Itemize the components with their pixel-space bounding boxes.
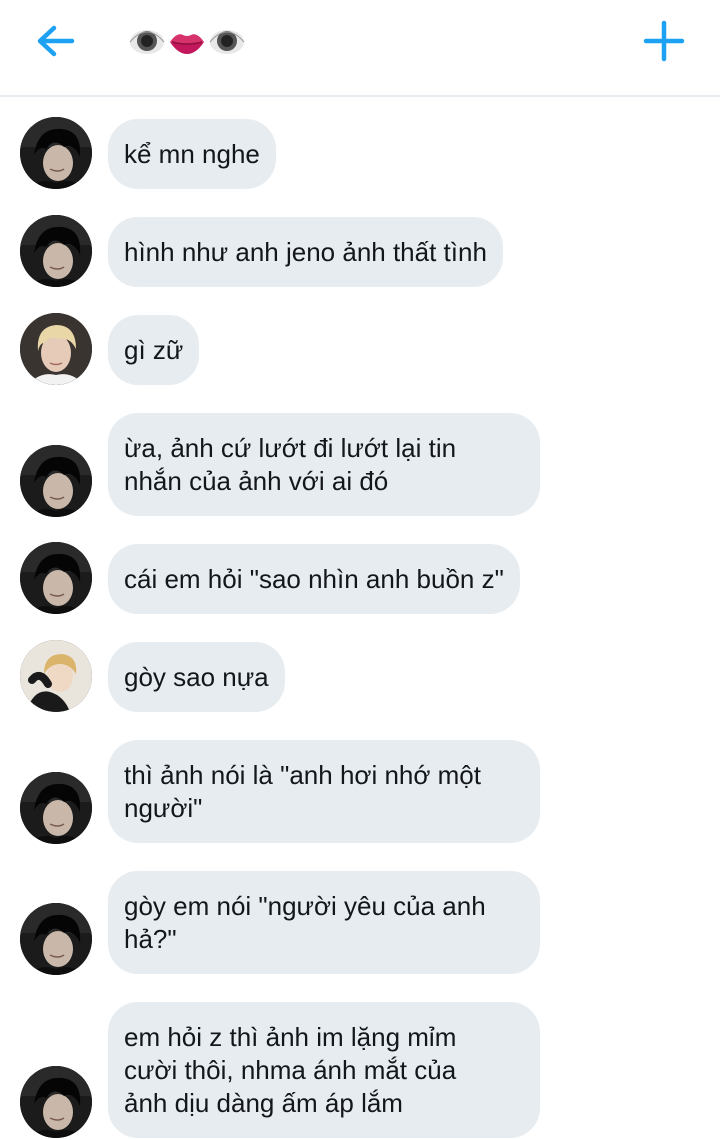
message-item: cái em hỏi "sao nhìn anh buồn z" <box>0 542 720 614</box>
message-item: gòy em nói "người yêu của anh hả?" <box>0 871 720 975</box>
arrow-left-icon <box>37 25 75 57</box>
message-bubble[interactable]: cái em hỏi "sao nhìn anh buồn z" <box>108 544 520 614</box>
eye-icon <box>128 24 166 60</box>
avatar[interactable] <box>20 903 92 975</box>
message-bubble[interactable]: thì ảnh nói là "anh hơi nhớ một người" <box>108 740 540 843</box>
message-item: em hỏi z thì ảnh im lặng mỉm cười thôi, … <box>0 1002 720 1138</box>
message-item: gòy sao nựa <box>0 640 720 712</box>
message-item: gì zữ <box>0 313 720 385</box>
message-bubble[interactable]: em hỏi z thì ảnh im lặng mỉm cười thôi, … <box>108 1002 540 1138</box>
message-item: thì ảnh nói là "anh hơi nhớ một người" <box>0 740 720 844</box>
lips-icon <box>168 24 206 60</box>
avatar[interactable] <box>20 1066 92 1138</box>
avatar[interactable] <box>20 445 92 517</box>
message-bubble[interactable]: hình như anh jeno ảnh thất tình <box>108 217 503 287</box>
top-bar <box>0 0 720 97</box>
avatar[interactable] <box>20 117 92 189</box>
avatar[interactable] <box>20 542 92 614</box>
message-item: kể mn nghe <box>0 117 720 189</box>
message-item: hình như anh jeno ảnh thất tình <box>0 215 720 287</box>
avatar[interactable] <box>20 313 92 385</box>
message-item: ừa, ảnh cứ lướt đi lướt lại tin nhắn của… <box>0 413 720 517</box>
avatar[interactable] <box>20 772 92 844</box>
conversation-title <box>128 24 246 60</box>
message-bubble[interactable]: ừa, ảnh cứ lướt đi lướt lại tin nhắn của… <box>108 413 540 516</box>
message-list[interactable]: kể mn nghe hình như anh jeno ảnh thất tì… <box>0 99 720 1140</box>
message-bubble[interactable]: gòy em nói "người yêu của anh hả?" <box>108 871 540 974</box>
new-message-button[interactable] <box>640 17 688 65</box>
message-bubble[interactable]: kể mn nghe <box>108 119 276 189</box>
back-button[interactable] <box>32 20 80 62</box>
eye-icon <box>208 24 246 60</box>
avatar[interactable] <box>20 215 92 287</box>
plus-icon <box>643 20 685 62</box>
message-bubble[interactable]: gòy sao nựa <box>108 642 285 712</box>
message-bubble[interactable]: gì zữ <box>108 315 200 385</box>
avatar[interactable] <box>20 640 92 712</box>
